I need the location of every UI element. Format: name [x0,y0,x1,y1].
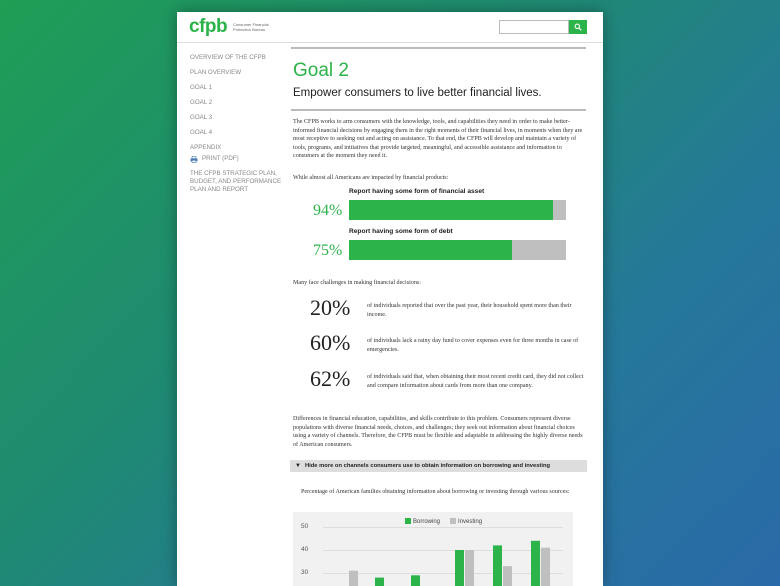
asset-bar-fill [349,200,553,220]
asset-bar-track [349,200,566,220]
chart-caption: Percentage of American families obtainin… [301,489,570,495]
bar-borrowing-6 [531,540,540,586]
sources-chart: Borrowing Investing 50 40 30 [293,512,573,586]
stat-text-2: of individuals lack a rainy day fund to … [367,338,579,353]
page-title: Goal 2 [293,60,349,81]
debt-bar-label: Report having some form of debt [349,228,453,235]
debt-bar-percent: 75% [313,242,343,259]
bar-investing-1 [349,570,358,586]
asset-bar-label: Report having some form of financial ass… [349,188,485,195]
differences-paragraph: Differences in financial education, capa… [293,416,583,448]
debt-bar-fill [349,240,512,260]
debt-bar-track [349,240,566,260]
bar-borrowing-5 [493,545,502,586]
challenges-lead: Many face challenges in making financial… [293,280,421,286]
triangle-down-icon: ▼ [295,463,301,469]
section-rule [291,109,586,111]
bar-borrowing-3 [411,575,420,586]
bar-investing-5 [503,566,512,586]
bar-borrowing-2 [375,577,384,586]
stat-text-3: of individuals said that, when obtaining… [367,374,584,389]
stat-number-3: 62% [310,366,351,391]
channels-toggle[interactable]: ▼ Hide more on channels consumers use to … [290,460,587,472]
stat-text-1: of individuals reported that over the pa… [367,303,572,318]
stat-number-1: 20% [310,295,351,320]
bar-borrowing-4 [455,550,464,586]
page-subtitle: Empower consumers to live better financi… [293,87,542,99]
intro-paragraph: The CFPB works to arm consumers with the… [293,119,583,160]
chart-bars [349,540,550,586]
impacted-lead: While almost all Americans are impacted … [293,175,449,181]
bar-investing-4 [465,550,474,586]
stat-number-2: 60% [310,330,351,355]
top-rule [291,47,586,49]
main-content: Goal 2 Empower consumers to live better … [177,12,603,586]
bar-investing-6 [541,547,550,586]
asset-bar-percent: 94% [313,202,343,219]
toggle-label: Hide more on channels consumers use to o… [304,463,551,469]
